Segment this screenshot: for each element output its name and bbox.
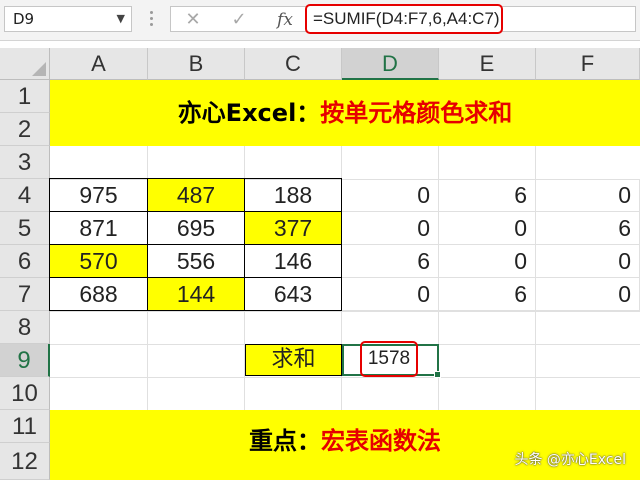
helper-cell[interactable]: 0 bbox=[536, 245, 640, 278]
helper-cell[interactable]: 0 bbox=[536, 278, 640, 311]
data-cell[interactable]: 188 bbox=[244, 178, 342, 212]
helper-cell[interactable]: 6 bbox=[439, 179, 536, 212]
column-header-c[interactable]: C bbox=[245, 48, 342, 80]
row-header-9[interactable]: 9 bbox=[0, 344, 50, 377]
data-cell[interactable]: 377 bbox=[244, 211, 342, 245]
name-box-value: D9 bbox=[13, 10, 35, 28]
row-header-10[interactable]: 10 bbox=[0, 377, 50, 410]
column-header-e[interactable]: E bbox=[439, 48, 536, 80]
title-banner: 亦心Excel：按单元格颜色求和 bbox=[50, 80, 640, 146]
title-red-part: 按单元格颜色求和 bbox=[320, 99, 513, 127]
helper-cell[interactable]: 0 bbox=[439, 212, 536, 245]
row-header-2[interactable]: 2 bbox=[0, 113, 50, 146]
cancel-icon[interactable]: ✕ bbox=[177, 7, 209, 33]
data-cell[interactable]: 144 bbox=[147, 277, 245, 311]
row-header-4[interactable]: 4 bbox=[0, 179, 50, 212]
data-cell[interactable]: 146 bbox=[244, 244, 342, 278]
row-header-7[interactable]: 7 bbox=[0, 278, 50, 311]
data-cell[interactable]: 871 bbox=[49, 211, 148, 245]
fill-handle[interactable] bbox=[434, 371, 441, 378]
sum-result-value: 1578 bbox=[360, 341, 418, 377]
data-cell[interactable]: 487 bbox=[147, 178, 245, 212]
title-bold-part: 亦心Excel： bbox=[177, 99, 321, 127]
data-cell[interactable]: 556 bbox=[147, 244, 245, 278]
data-cell[interactable]: 643 bbox=[244, 277, 342, 311]
chevron-down-icon[interactable]: ▼ bbox=[117, 7, 125, 31]
select-all-corner[interactable] bbox=[0, 48, 50, 80]
name-box[interactable]: D9 ▼ bbox=[4, 6, 132, 32]
formula-text[interactable]: =SUMIF(D4:F7,6,A4:C7) bbox=[305, 4, 503, 34]
insert-function-icon[interactable]: fx bbox=[269, 7, 301, 33]
formula-bar: D9 ▼ ✕ ✓ fx =SUMIF(D4:F7,6,A4:C7) bbox=[0, 0, 640, 41]
row-header-1[interactable]: 1 bbox=[0, 80, 50, 113]
helper-cell[interactable]: 0 bbox=[536, 179, 640, 212]
helper-cell[interactable]: 6 bbox=[342, 245, 439, 278]
helper-cell[interactable]: 0 bbox=[342, 278, 439, 311]
drag-handle-icon[interactable] bbox=[150, 11, 154, 29]
helper-cell[interactable]: 0 bbox=[342, 212, 439, 245]
data-cell[interactable]: 570 bbox=[49, 244, 148, 278]
row-header-3[interactable]: 3 bbox=[0, 146, 50, 179]
helper-cell[interactable]: 6 bbox=[439, 278, 536, 311]
helper-cell[interactable]: 0 bbox=[342, 179, 439, 212]
row-header-8[interactable]: 8 bbox=[0, 311, 50, 344]
data-cell[interactable]: 975 bbox=[49, 178, 148, 212]
enter-icon[interactable]: ✓ bbox=[223, 7, 255, 33]
column-header-d[interactable]: D bbox=[342, 48, 439, 80]
row-header-11[interactable]: 11 bbox=[0, 410, 50, 443]
data-cell[interactable]: 688 bbox=[49, 277, 148, 311]
row-header-6[interactable]: 6 bbox=[0, 245, 50, 278]
row-header-5[interactable]: 5 bbox=[0, 212, 50, 245]
sum-label-cell[interactable]: 求和 bbox=[245, 344, 342, 376]
column-header-f[interactable]: F bbox=[536, 48, 640, 80]
bottom-red-part: 宏表函数法 bbox=[321, 427, 441, 455]
watermark-text: 头条 @亦心Excel bbox=[514, 452, 626, 468]
column-header-b[interactable]: B bbox=[148, 48, 245, 80]
row-header-12[interactable]: 12 bbox=[0, 443, 50, 480]
bottom-banner: 重点：宏表函数法 bbox=[50, 410, 640, 480]
column-header-a[interactable]: A bbox=[50, 48, 148, 80]
helper-cell[interactable]: 0 bbox=[439, 245, 536, 278]
bottom-bold-part: 重点： bbox=[249, 427, 321, 455]
data-cell[interactable]: 695 bbox=[147, 211, 245, 245]
helper-cell[interactable]: 6 bbox=[536, 212, 640, 245]
